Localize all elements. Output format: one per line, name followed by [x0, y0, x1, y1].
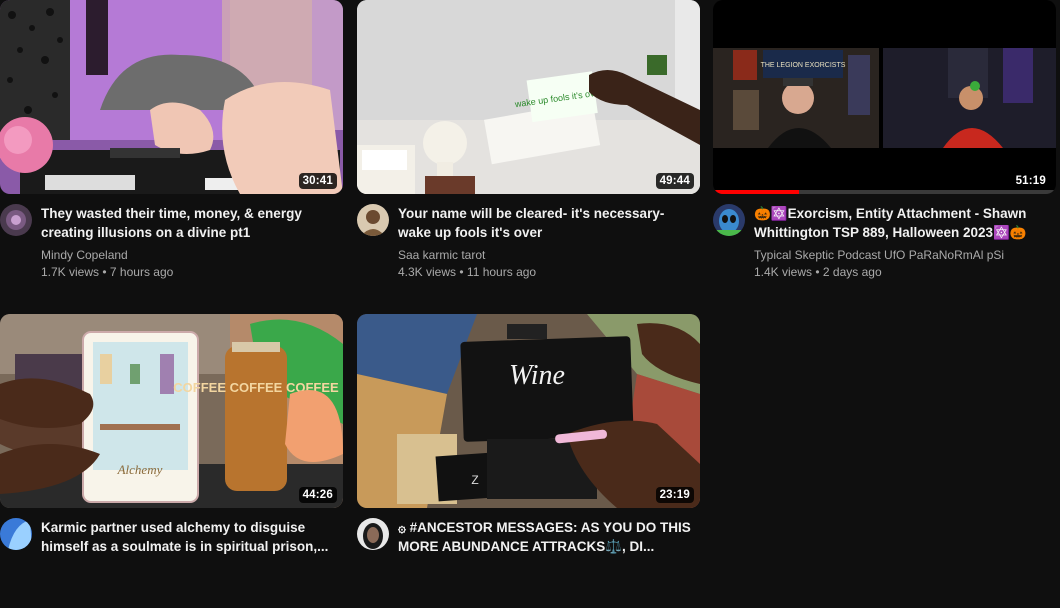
video-thumbnail[interactable]: wake up fools it's over!!! 49:44 — [357, 0, 700, 194]
video-card[interactable]: Wine Z 23:19 ۞ #ANCESTOR MESSAGES: AS YO… — [357, 314, 700, 608]
video-stats: 1.4K views • 2 days ago — [754, 264, 1050, 281]
thumbnail-image: Alchemy COFFEE COFFEE COFFEE — [0, 314, 343, 508]
thumb-poster-text: THE LEGION EXORCISTS — [761, 62, 846, 69]
video-title[interactable]: ۞ #ANCESTOR MESSAGES: AS YOU DO THIS MOR… — [398, 518, 694, 556]
portrait-avatar-icon[interactable] — [357, 204, 389, 236]
upload-age: 11 hours ago — [466, 265, 537, 279]
video-thumbnail[interactable]: Alchemy COFFEE COFFEE COFFEE 44:26 — [0, 314, 343, 508]
video-duration: 23:19 — [655, 487, 694, 503]
video-duration: 49:44 — [655, 173, 694, 189]
video-card[interactable]: Alchemy COFFEE COFFEE COFFEE 44:26 Karmi… — [0, 314, 343, 608]
video-stats: 1.7K views • 7 hours ago — [41, 264, 337, 281]
video-meta: Your name will be cleared- it's necessar… — [357, 204, 700, 294]
alien-avatar-icon[interactable] — [713, 204, 745, 236]
video-title[interactable]: Karmic partner used alchemy to disguise … — [41, 518, 337, 556]
blue-avatar-icon[interactable] — [0, 518, 32, 550]
channel-name[interactable]: Saa karmic tarot — [398, 247, 694, 264]
video-meta: ۞ #ANCESTOR MESSAGES: AS YOU DO THIS MOR… — [357, 518, 700, 608]
upload-age: 7 hours ago — [109, 265, 174, 279]
video-grid: 30:41 They wasted their time, money, & e… — [0, 0, 1060, 555]
thumbnail-image: THE LEGION EXORCISTS — [713, 0, 1056, 194]
video-meta: 🎃🔯Exorcism, Entity Attachment - Shawn Wh… — [713, 204, 1056, 294]
video-duration: 30:41 — [298, 173, 337, 189]
thumb-card-text: Wine — [509, 360, 565, 391]
channel-name[interactable]: Mindy Copeland — [41, 247, 337, 264]
video-title[interactable]: They wasted their time, money, & energy … — [41, 204, 337, 242]
video-card[interactable]: wake up fools it's over!!! 49:44 Your na… — [357, 0, 700, 294]
video-thumbnail[interactable]: 30:41 — [0, 0, 343, 194]
video-card[interactable]: THE LEGION EXORCISTS 51:19 🎃🔯Exorcism, E… — [713, 0, 1056, 294]
video-thumbnail[interactable]: Wine Z 23:19 — [357, 314, 700, 508]
view-count: 1.4K views — [754, 265, 813, 279]
view-count: 1.7K views — [41, 265, 100, 279]
video-meta: They wasted their time, money, & energy … — [0, 204, 343, 294]
channel-name[interactable]: Typical Skeptic Podcast UfO PaRaNoRmAl p… — [754, 247, 1050, 264]
video-stats: 4.3K views • 11 hours ago — [398, 264, 694, 281]
video-title[interactable]: 🎃🔯Exorcism, Entity Attachment - Shawn Wh… — [754, 204, 1050, 242]
face-avatar-icon[interactable] — [357, 518, 389, 550]
separator: • — [815, 265, 820, 279]
upload-age: 2 days ago — [822, 265, 882, 279]
video-title[interactable]: Your name will be cleared- it's necessar… — [398, 204, 694, 242]
tarot-avatar-icon[interactable] — [0, 204, 32, 236]
thumbnail-image — [0, 0, 343, 194]
video-card[interactable]: 30:41 They wasted their time, money, & e… — [0, 0, 343, 294]
video-duration: 51:19 — [1011, 173, 1050, 189]
separator: • — [459, 265, 464, 279]
watch-progress-bar — [713, 190, 799, 194]
thumb-card-text: Alchemy — [117, 462, 163, 477]
thumbnail-image: wake up fools it's over!!! — [357, 0, 700, 194]
thumbnail-image: Wine Z — [357, 314, 700, 508]
video-meta: Karmic partner used alchemy to disguise … — [0, 518, 343, 608]
svg-text:Z: Z — [471, 473, 478, 487]
separator: • — [102, 265, 107, 279]
video-duration: 44:26 — [298, 487, 337, 503]
view-count: 4.3K views — [398, 265, 457, 279]
video-thumbnail[interactable]: THE LEGION EXORCISTS 51:19 — [713, 0, 1056, 194]
